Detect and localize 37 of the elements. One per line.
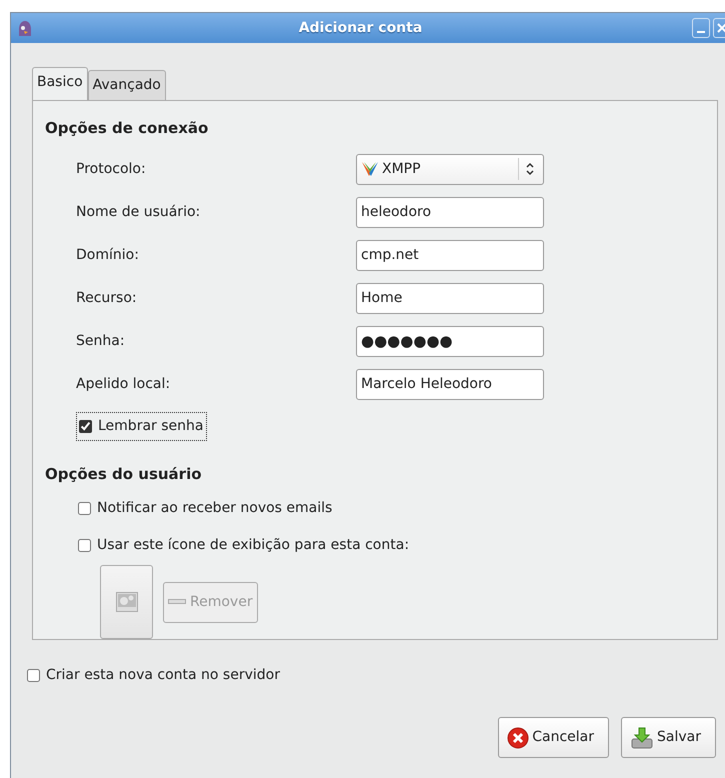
text-field[interactable]: Marcelo Heleodoro <box>356 368 544 400</box>
checkbox[interactable] <box>78 502 91 515</box>
cancel-icon <box>507 726 530 748</box>
field-label: Domínio: <box>76 246 140 264</box>
minimize-button[interactable] <box>692 18 710 38</box>
app-icon <box>18 20 32 36</box>
window-title: Adicionar conta <box>298 18 424 38</box>
password-field[interactable]: ●●●●●●● <box>356 326 544 356</box>
save-button[interactable]: Salvar <box>621 717 716 758</box>
field-label: Apelido local: <box>76 374 172 394</box>
checkbox-label: Lembrar senha <box>98 416 204 436</box>
save-icon <box>630 726 654 748</box>
protocol-icon <box>361 161 379 177</box>
section-heading: Opções de conexão <box>45 118 210 139</box>
field-label: Senha: <box>76 332 126 350</box>
section-heading: Opções do usuário <box>45 464 203 484</box>
text-field[interactable]: Home <box>356 282 544 314</box>
checkbox[interactable] <box>79 420 92 432</box>
text-field[interactable]: cmp.net <box>356 240 544 270</box>
field-label: Protocolo: <box>76 160 147 178</box>
checkbox-label: Criar esta nova conta no servidor <box>46 666 280 685</box>
checkbox[interactable] <box>27 669 40 682</box>
field-label: Nome de usuário: <box>76 202 202 222</box>
checkbox-label: Notificar ao receber novos emails <box>97 499 332 518</box>
checkbox[interactable] <box>78 539 91 552</box>
minimize-icon <box>697 31 705 33</box>
minus-icon <box>168 599 186 605</box>
image-icon <box>116 592 138 612</box>
tab[interactable]: Basico <box>32 67 88 100</box>
field-label: Recurso: <box>76 288 138 308</box>
close-icon <box>717 23 725 33</box>
text-field[interactable]: heleodoro <box>356 196 544 228</box>
tab[interactable]: Avançado <box>88 70 166 100</box>
protocol-dropdown[interactable]: XMPP <box>356 154 544 184</box>
spinner-arrows-icon <box>525 162 535 176</box>
cancel-button[interactable]: Cancelar <box>498 717 610 758</box>
checkbox-label: Usar este ícone de exibição para esta conta: <box>97 536 410 555</box>
